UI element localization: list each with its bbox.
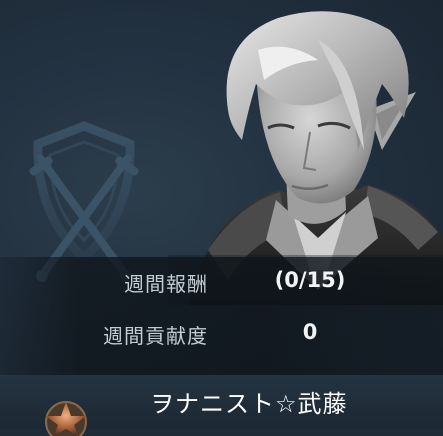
weekly-reward-label: 週間報酬	[124, 272, 208, 296]
weekly-contribution-label: 週間貢献度	[103, 324, 208, 348]
weekly-contribution-value: 0	[302, 320, 318, 344]
player-name: ヲナニスト☆武藤	[150, 390, 348, 418]
weekly-reward-value: (0/15)	[274, 268, 346, 292]
star-rank-badge-icon	[45, 401, 87, 436]
